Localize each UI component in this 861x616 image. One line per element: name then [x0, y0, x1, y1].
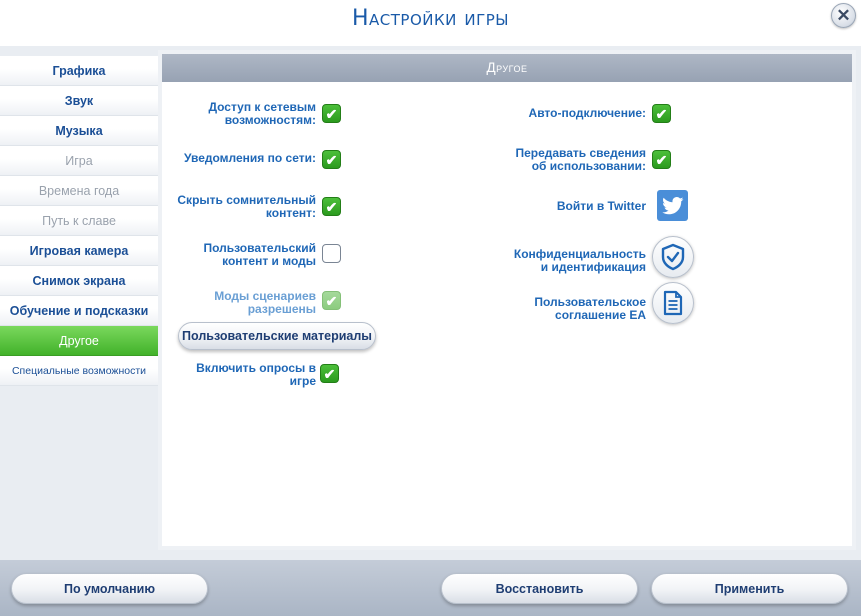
script-mods-label: Моды сценариев разрешены: [214, 290, 316, 316]
document-icon: [663, 290, 683, 316]
auto-connect-label: Авто-подключение:: [529, 107, 646, 120]
online-notifications-text: Уведомления по сети:: [183, 151, 316, 165]
privacy-label[interactable]: Конфиденциальность и идентификация: [514, 248, 646, 274]
main-area: Графика Звук Музыка Игра Времена года Пу…: [0, 46, 861, 560]
sidebar-item-game: Игра: [0, 146, 158, 176]
footer-bar: По умолчанию Восстановить Применить: [0, 560, 861, 616]
online-notifications-checkbox[interactable]: ✔: [322, 150, 341, 169]
usage-data-label: Передавать сведения об использовании:: [515, 147, 646, 173]
custom-content-mods-checkbox[interactable]: [322, 244, 341, 263]
close-button[interactable]: ✕: [831, 3, 856, 28]
custom-content-mods-text: Пользовательский контент и моды: [203, 241, 316, 268]
checkmark-icon: ✔: [325, 198, 338, 215]
checkmark-icon: ✔: [655, 151, 668, 168]
default-button[interactable]: По умолчанию: [11, 573, 208, 604]
sidebar-item-tutorial-tips[interactable]: Обучение и подсказки: [0, 296, 158, 326]
twitter-label[interactable]: Войти в Twitter: [557, 200, 646, 213]
privacy-text: Конфиденциальность и идентификация: [513, 247, 646, 274]
online-notifications-label: Уведомления по сети:: [184, 152, 316, 165]
hide-questionable-content-text: Скрыть сомнительный контент:: [177, 193, 316, 220]
sidebar: Графика Звук Музыка Игра Времена года Пу…: [0, 56, 158, 386]
sidebar-item-graphics[interactable]: Графика: [0, 56, 158, 86]
twitter-button[interactable]: [657, 190, 688, 221]
in-game-surveys-checkbox[interactable]: ✔: [320, 364, 339, 383]
user-agreement-label[interactable]: Пользовательское соглашение EA: [534, 296, 646, 322]
script-mods-text: Моды сценариев разрешены: [214, 289, 316, 316]
online-access-text: Доступ к сетевым возможностям:: [208, 100, 316, 127]
checkmark-icon: ✔: [323, 365, 336, 382]
checkmark-icon: ✔: [325, 292, 338, 309]
hide-questionable-content-label: Скрыть сомнительный контент:: [177, 194, 316, 220]
page-title: Настройки игры: [351, 6, 510, 31]
online-access-label: Доступ к сетевым возможностям:: [208, 101, 316, 127]
auto-connect-text: Авто-подключение:: [528, 106, 646, 120]
settings-panel: Другое Доступ к сетевым возможностям: ✔ …: [158, 50, 856, 550]
in-game-surveys-label: Включить опросы в игре: [196, 362, 316, 388]
custom-materials-button[interactable]: Пользовательские материалы: [178, 322, 376, 350]
sidebar-item-accessibility[interactable]: Специальные возможности: [0, 356, 158, 386]
sidebar-item-screenshot[interactable]: Снимок экрана: [0, 266, 158, 296]
user-agreement-button[interactable]: [652, 282, 694, 324]
online-access-checkbox[interactable]: ✔: [322, 104, 341, 123]
section-header: Другое: [162, 54, 852, 82]
usage-data-checkbox[interactable]: ✔: [652, 150, 671, 169]
sidebar-item-music[interactable]: Музыка: [0, 116, 158, 146]
custom-content-mods-label: Пользовательский контент и моды: [203, 242, 316, 268]
in-game-surveys-text: Включить опросы в игре: [196, 361, 316, 388]
script-mods-checkbox: ✔: [322, 291, 341, 310]
sidebar-item-other[interactable]: Другое: [0, 326, 158, 356]
sidebar-item-seasons: Времена года: [0, 176, 158, 206]
hide-questionable-content-checkbox[interactable]: ✔: [322, 197, 341, 216]
auto-connect-checkbox[interactable]: ✔: [652, 104, 671, 123]
user-agreement-text: Пользовательское соглашение EA: [534, 295, 646, 322]
restore-button[interactable]: Восстановить: [441, 573, 638, 604]
close-icon: ✕: [836, 6, 851, 25]
checkmark-icon: ✔: [325, 105, 338, 122]
sidebar-item-sound[interactable]: Звук: [0, 86, 158, 116]
apply-button[interactable]: Применить: [651, 573, 848, 604]
shield-check-icon: [661, 243, 685, 271]
checkmark-icon: ✔: [325, 151, 338, 168]
checkmark-icon: ✔: [655, 105, 668, 122]
twitter-bird-icon: [661, 196, 683, 214]
privacy-button[interactable]: [652, 236, 694, 278]
settings-window: Настройки игры ✕ Графика Звук Музыка Игр…: [0, 0, 861, 616]
usage-data-text: Передавать сведения об использовании:: [515, 146, 646, 173]
sidebar-item-path-to-fame: Путь к славе: [0, 206, 158, 236]
sidebar-item-game-camera[interactable]: Игровая камера: [0, 236, 158, 266]
